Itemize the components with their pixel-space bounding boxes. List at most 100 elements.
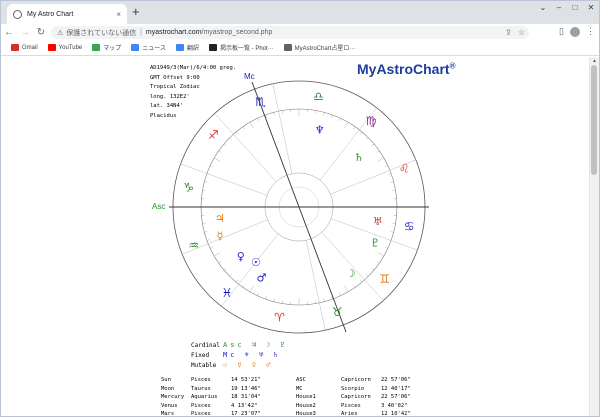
tab-search-icon[interactable]: ⌄	[537, 3, 549, 13]
degree-tick	[242, 284, 245, 288]
url-separator: |	[140, 29, 142, 36]
sign-glyph: ♒	[188, 238, 199, 252]
degree-tick	[218, 261, 222, 264]
sign-glyph: ♐	[208, 128, 219, 142]
table-cell: Pisces	[341, 402, 361, 409]
bookmarks-bar: Gmail YouTube マップ ニュース 翻訳 掲示板一覧 - Phot··· MyAs…	[1, 40, 599, 56]
bookmark-item[interactable]: MyAstroChart占星ロ···	[283, 43, 356, 52]
table-cell: Mercury	[161, 394, 185, 400]
back-button[interactable]: ←	[1, 27, 17, 38]
degree-tick	[323, 112, 325, 116]
avatar[interactable]	[570, 26, 580, 37]
table-cell: Venus	[161, 402, 178, 409]
legend-symbols: Asc ♃ ☽ ♇	[223, 341, 288, 349]
bookmark-item[interactable]: ニュース	[131, 43, 166, 52]
degree-tick	[206, 239, 210, 241]
degree-tick	[338, 118, 341, 121]
planet-glyph: ☉	[251, 256, 261, 269]
house-cusp-line	[305, 240, 326, 331]
asc-label: Asc	[152, 202, 165, 211]
degree-tick	[377, 252, 384, 257]
degree-tick	[214, 252, 221, 257]
degree-tick	[229, 274, 232, 277]
sign-glyph: ♈	[274, 310, 285, 324]
degree-tick	[388, 173, 392, 175]
degree-tick	[390, 181, 394, 183]
forward-button[interactable]: →	[17, 27, 33, 38]
legend-symbols: ☉ ☿ ♀ ♂	[223, 361, 274, 369]
quality-legend: Cardinal Asc ♃ ☽ ♇ Fixed Mc ♆ ♅ ♄ Mutable ☉ ☿…	[191, 340, 288, 370]
warning-icon[interactable]: ⚠	[57, 29, 63, 37]
bookmark-item[interactable]: Gmail	[11, 44, 38, 51]
close-window-button[interactable]: ✕	[585, 3, 597, 13]
table-cell: 12 10'42"	[381, 411, 411, 417]
sign-glyph: ♓	[222, 286, 233, 300]
degree-tick	[265, 296, 267, 300]
degree-tick	[204, 181, 208, 183]
degree-tick	[223, 267, 227, 271]
planet-glyph: ♂	[257, 272, 267, 285]
degree-tick	[210, 165, 213, 168]
legend-row: Cardinal Asc ♃ ☽ ♇	[191, 340, 288, 350]
house-cusp-line	[272, 83, 293, 174]
maximize-button[interactable]: □	[569, 3, 581, 13]
degree-tick	[385, 165, 388, 168]
degree-tick	[242, 126, 245, 130]
table-cell: Capricorn	[341, 394, 371, 400]
menu-icon[interactable]: ⋮	[586, 26, 595, 37]
scroll-up-icon[interactable]: ▲	[592, 58, 597, 64]
address-bar[interactable]: ⚠ 保護されていない通信 | myastrochart.com/myastrop…	[51, 26, 529, 39]
bookmark-label: YouTube	[58, 44, 83, 51]
degree-tick	[344, 285, 349, 292]
table-cell: Pisces	[191, 377, 211, 383]
scrollbar[interactable]: ▲	[589, 57, 599, 416]
table-row: Sun Pisces 14 53'21" ASC Capricorn 22 57'06"	[161, 376, 411, 385]
degree-tick	[338, 293, 341, 296]
legend-label: Cardinal	[191, 341, 220, 349]
tab-close-button[interactable]: ×	[116, 10, 121, 19]
degree-tick	[359, 279, 363, 283]
translate-icon	[175, 44, 184, 51]
planet-glyph: ♃	[215, 212, 225, 225]
globe-icon	[283, 44, 292, 51]
table-cell: Capricorn	[341, 377, 371, 383]
degree-tick	[392, 189, 396, 191]
table-row: Mercury Aquarius 18 31'04" House1 Capricorn 2…	[161, 393, 411, 402]
sign-glyph: ♊	[379, 272, 390, 286]
window-controls: ⌄ – □ ✕	[537, 3, 597, 13]
bookmark-item[interactable]: YouTube	[47, 44, 83, 51]
side-panel-icon[interactable]: ▯	[559, 26, 564, 37]
scroll-thumb[interactable]	[591, 65, 597, 175]
omnibox-actions: ⇪ ☆	[505, 26, 525, 39]
gmail-icon	[11, 44, 19, 51]
degree-tick	[273, 298, 275, 302]
sign-glyph: ♉	[332, 305, 343, 319]
new-tab-button[interactable]: +	[132, 5, 140, 19]
browser-window: My Astro Chart × + ⌄ – □ ✕ ← → ↻ ⚠ 保護されて…	[0, 0, 600, 417]
degree-tick	[218, 150, 222, 153]
degree-tick	[353, 284, 356, 288]
table-cell: Sun	[161, 377, 171, 383]
bookmark-star-icon[interactable]: ☆	[518, 26, 525, 39]
bookmark-label: Gmail	[22, 44, 38, 51]
planet-glyph: ♆	[315, 124, 325, 137]
bookmark-label: MyAstroChart占星ロ···	[294, 46, 356, 52]
degree-tick	[392, 223, 396, 225]
url-path: /myastrop_second.php	[201, 29, 273, 36]
tab-active[interactable]: My Astro Chart ×	[7, 4, 127, 24]
share-icon[interactable]: ⇪	[505, 26, 512, 39]
planet-glyph: ♀	[237, 250, 245, 263]
bookmark-label: 翻訳	[186, 46, 199, 52]
degree-tick	[371, 143, 375, 147]
degree-tick	[353, 126, 356, 130]
legend-row: Mutable ☉ ☿ ♀ ♂	[191, 360, 288, 370]
reload-button[interactable]: ↻	[33, 27, 49, 38]
minimize-button[interactable]: –	[553, 3, 565, 13]
table-row: Moon Taurus 19 13'46" MC Scorpio 12 40'17"	[161, 385, 411, 394]
degree-tick	[273, 112, 275, 116]
bookmark-item[interactable]: 掲示板一覧 - Phot···	[208, 43, 274, 52]
bookmark-item[interactable]: 翻訳	[175, 43, 199, 52]
bookmark-item[interactable]: マップ	[92, 43, 121, 52]
degree-tick	[281, 300, 283, 304]
degree-tick	[323, 298, 325, 302]
